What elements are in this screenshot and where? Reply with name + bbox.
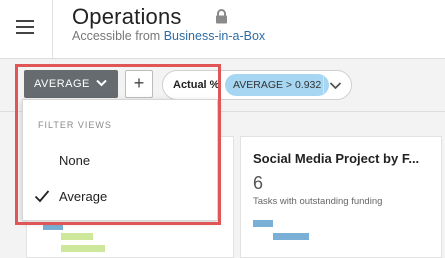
dropdown-header: FILTER VIEWS [38,120,112,130]
filter-field-label: Actual % [173,79,220,91]
filter-view-select-label: AVERAGE [34,78,90,90]
filter-views-dropdown: FILTER VIEWS None Average [22,99,218,221]
filter-condition-chip[interactable]: AVERAGE > 0.932 [225,74,330,96]
chart-bar [43,223,63,230]
filter-view-option-none[interactable]: None [23,146,217,176]
hamburger-menu-icon[interactable] [16,19,36,35]
filter-view-option-average[interactable]: Average [23,182,217,212]
metric-card[interactable]: Social Media Project by F... 6 Tasks wit… [240,136,442,258]
filter-view-select[interactable]: AVERAGE [24,70,118,98]
lock-icon [215,9,228,29]
chart-bar [273,233,309,240]
top-bar: Operations Accessible from Business-in-a… [0,0,445,59]
card-title: Social Media Project by F... [253,151,420,166]
option-label: Average [59,189,108,204]
chevron-down-icon [96,78,107,90]
add-filter-button[interactable]: + [125,70,153,98]
chart-bar [61,233,93,240]
chevron-down-icon[interactable] [329,78,342,96]
filter-pill[interactable]: Actual % AVERAGE > 0.932 [162,70,352,100]
header-divider [52,0,53,58]
chart-bar [61,245,105,252]
subtitle-prefix: Accessible from [72,29,161,43]
card-caption: Tasks with outstanding funding [253,196,383,207]
business-in-a-box-link[interactable]: Business-in-a-Box [164,29,265,43]
card-value: 6 [253,173,264,193]
chart-bar [253,220,273,227]
page-subtitle: Accessible from Business-in-a-Box [72,29,265,43]
option-label: None [59,153,91,168]
checkmark-icon [34,189,50,208]
pill-divider [323,75,324,95]
page-title: Operations [72,4,182,29]
